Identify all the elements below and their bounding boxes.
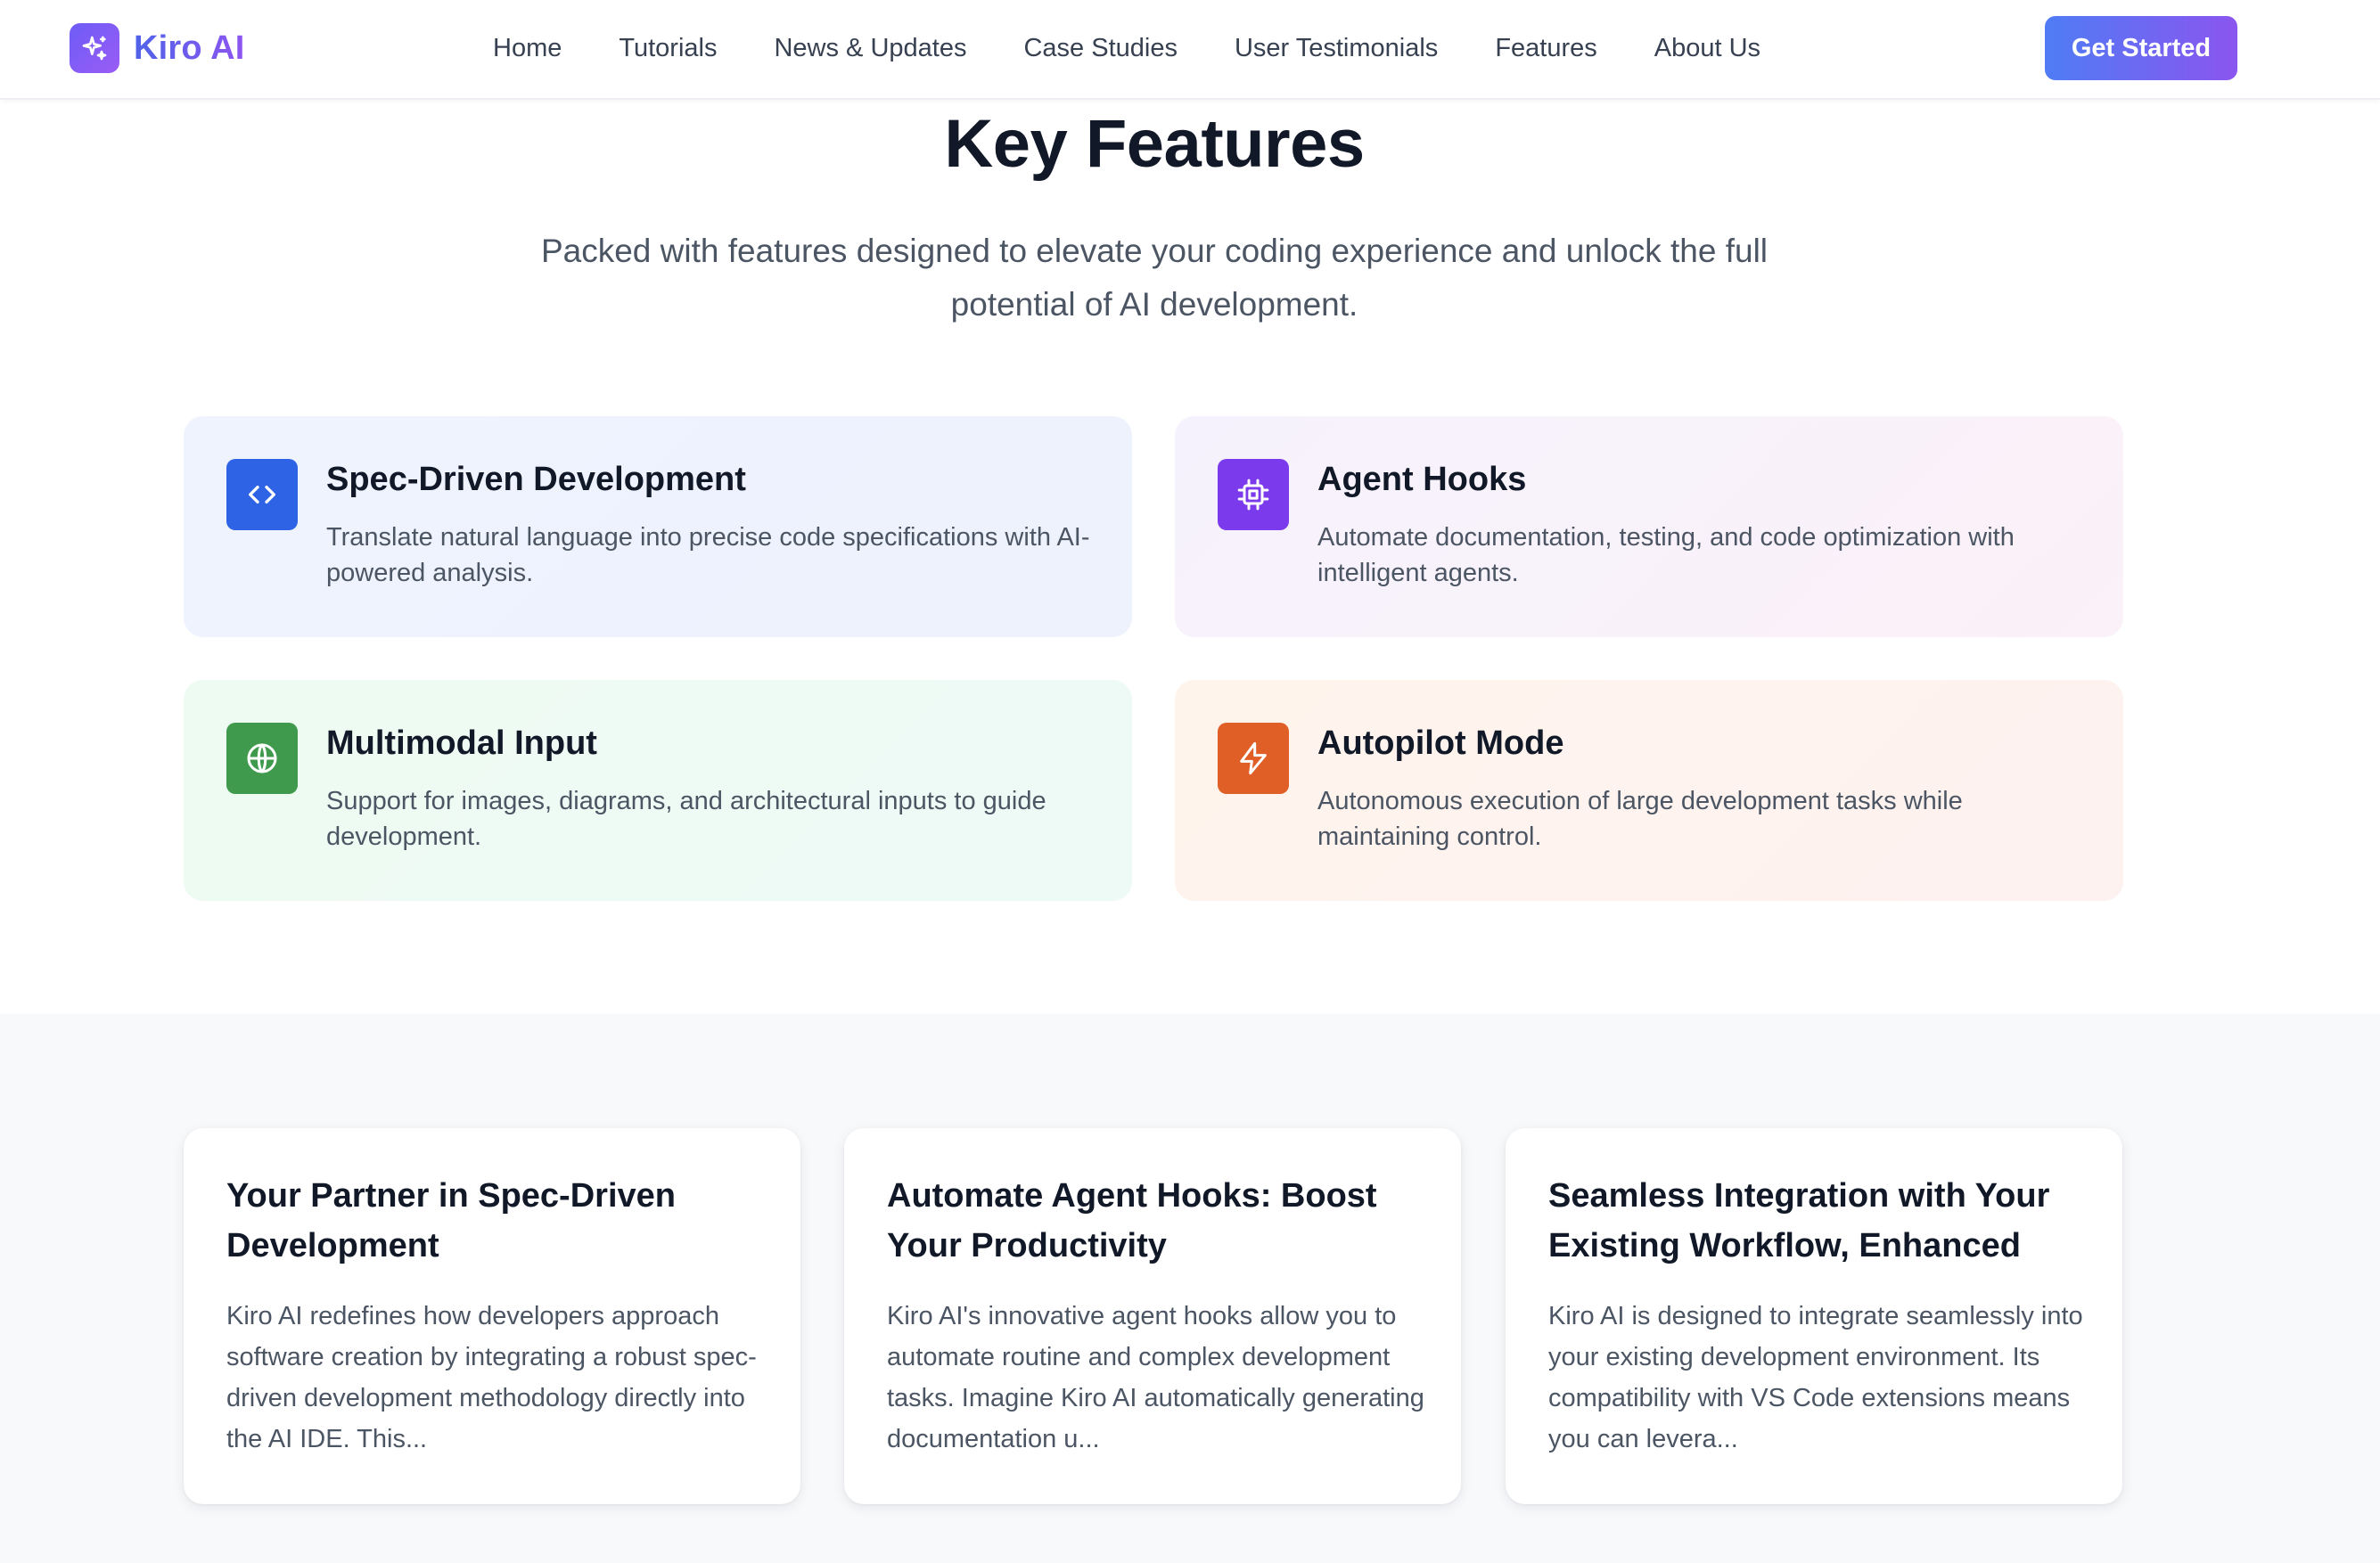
feature-title: Agent Hooks <box>1317 461 1527 498</box>
section-subtitle: Packed with features designed to elevate… <box>540 233 1769 323</box>
article-excerpt: Kiro AI is designed to integrate seamles… <box>1548 1302 2083 1453</box>
globe-icon <box>226 723 298 794</box>
article-excerpt: Kiro AI redefines how developers approac… <box>226 1302 757 1453</box>
brand[interactable]: Kiro AI <box>70 23 245 73</box>
article-excerpt: Kiro AI's innovative agent hooks allow y… <box>887 1302 1424 1453</box>
section-title: Key Features <box>944 106 1365 182</box>
nav-item-tutorials[interactable]: Tutorials <box>619 34 717 63</box>
feature-description: Support for images, diagrams, and archit… <box>326 787 1046 851</box>
brand-name: Kiro AI <box>134 29 245 67</box>
feature-title: Spec-Driven Development <box>326 461 746 498</box>
article-title: Your Partner in Spec-Driven Development <box>226 1177 676 1264</box>
nav-item-case-studies[interactable]: Case Studies <box>1023 34 1178 63</box>
nav-item-features[interactable]: Features <box>1495 34 1596 63</box>
feature-description: Autonomous execution of large developmen… <box>1317 787 1963 851</box>
nav-item-news-updates[interactable]: News & Updates <box>774 34 966 63</box>
article-card[interactable]: Automate Agent Hooks: Boost Your Product… <box>844 1128 1461 1504</box>
feature-description: Automate documentation, testing, and cod… <box>1317 523 2015 587</box>
sparkles-icon <box>70 23 119 73</box>
feature-card-spec-driven: Spec-Driven Development Translate natura… <box>184 416 1132 637</box>
feature-card-agent-hooks: Agent Hooks Automate documentation, test… <box>1175 416 2123 637</box>
feature-card-multimodal: Multimodal Input Support for images, dia… <box>184 680 1132 901</box>
code-icon <box>226 459 298 530</box>
cpu-icon <box>1218 459 1289 530</box>
nav-item-user-testimonials[interactable]: User Testimonials <box>1235 34 1438 63</box>
feature-card-autopilot: Autopilot Mode Autonomous execution of l… <box>1175 680 2123 901</box>
site-header: Kiro AI Home Tutorials News & Updates Ca… <box>0 0 2380 100</box>
feature-description: Translate natural language into precise … <box>326 523 1090 587</box>
main-nav: Home Tutorials News & Updates Case Studi… <box>493 0 1818 96</box>
article-title: Automate Agent Hooks: Boost Your Product… <box>887 1177 1377 1264</box>
lightning-icon <box>1218 723 1289 794</box>
get-started-button[interactable]: Get Started <box>2045 16 2237 80</box>
article-card[interactable]: Seamless Integration with Your Existing … <box>1506 1128 2122 1504</box>
nav-item-home[interactable]: Home <box>493 34 562 63</box>
article-card[interactable]: Your Partner in Spec-Driven Development … <box>184 1128 800 1504</box>
article-title: Seamless Integration with Your Existing … <box>1548 1177 2050 1264</box>
nav-item-about-us[interactable]: About Us <box>1654 34 1760 63</box>
feature-title: Autopilot Mode <box>1317 724 1564 762</box>
feature-title: Multimodal Input <box>326 724 597 762</box>
